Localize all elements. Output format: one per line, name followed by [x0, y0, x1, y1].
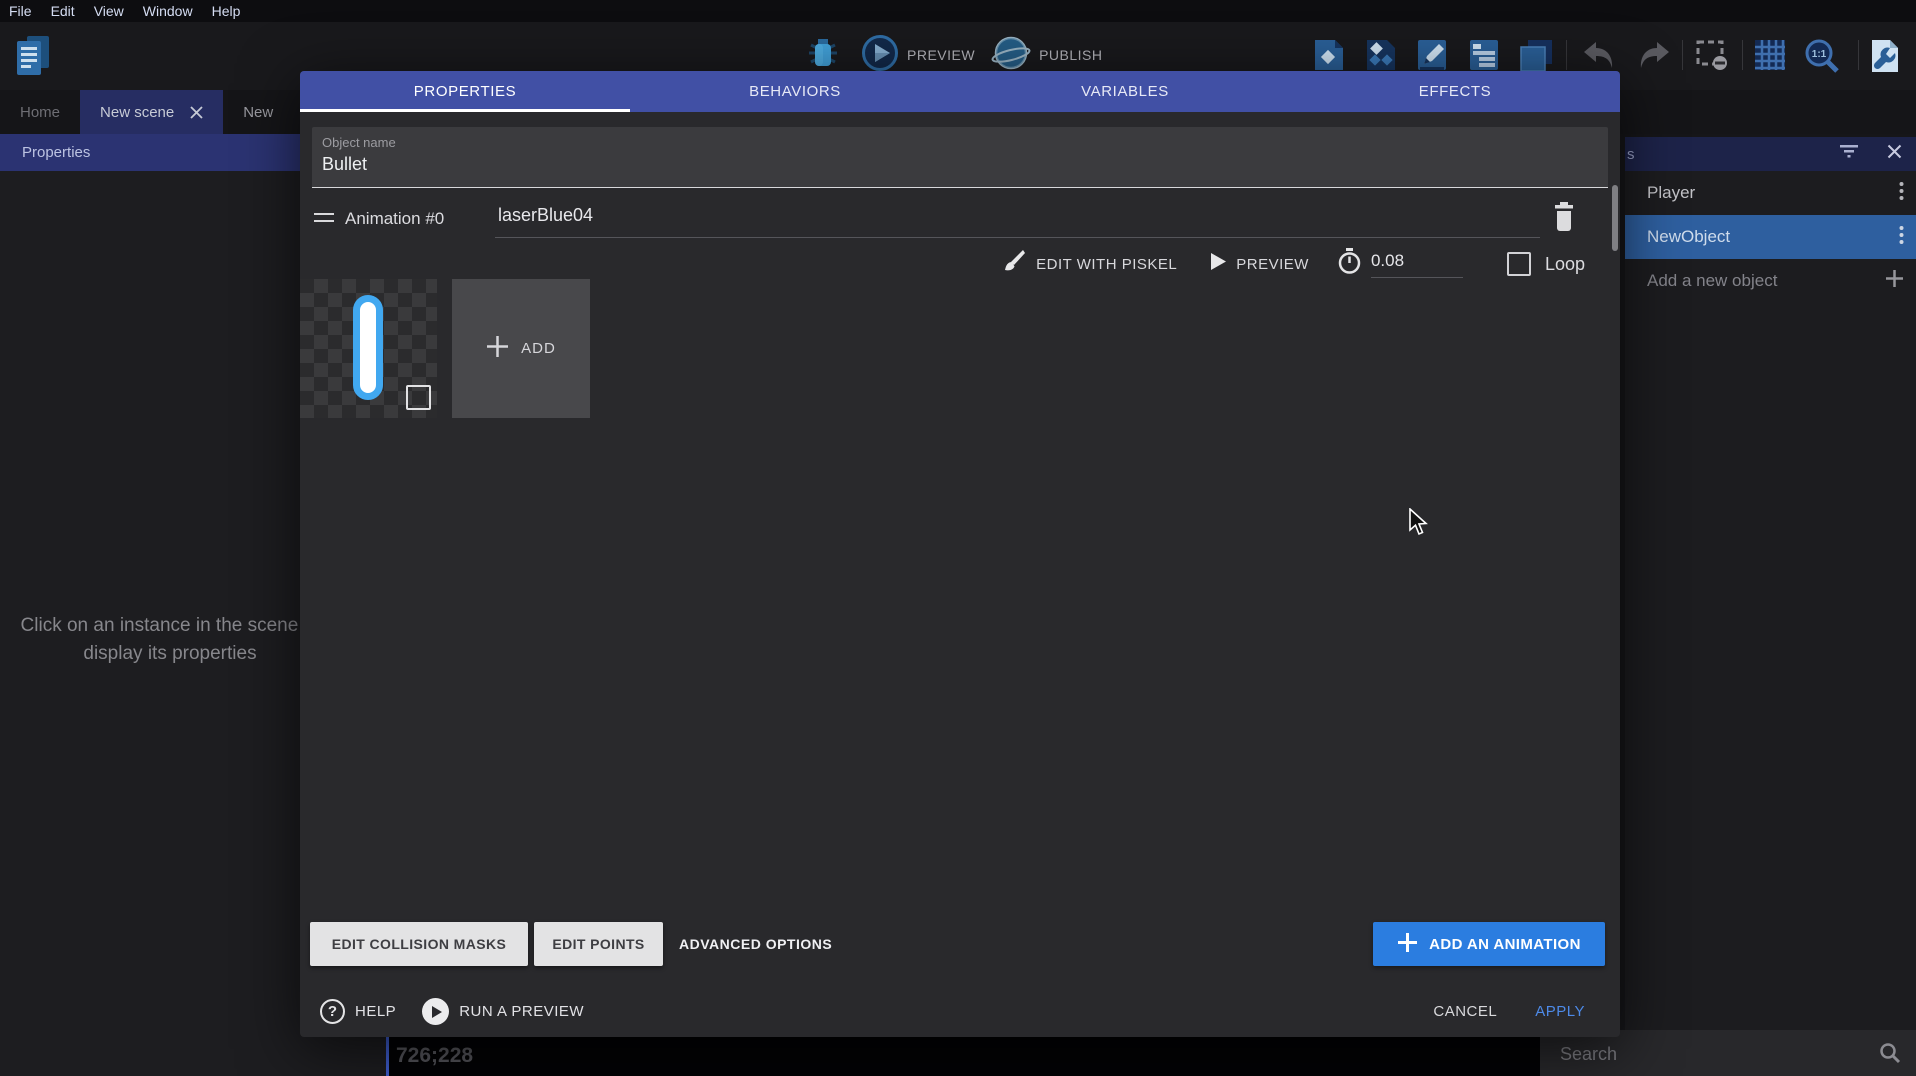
object-row-player[interactable]: Player — [1625, 171, 1916, 215]
loop-checkbox[interactable] — [1507, 252, 1531, 276]
toolbar-divider — [1682, 40, 1683, 70]
menu-bar: File Edit View Window Help — [0, 0, 1916, 22]
kebab-menu-icon[interactable] — [1899, 225, 1904, 250]
objects-icon[interactable] — [1310, 38, 1346, 72]
add-an-animation-button[interactable]: ADD AN ANIMATION — [1373, 922, 1605, 966]
animation-frames-strip: ADD — [300, 279, 1620, 419]
dialog-tab-properties[interactable]: PROPERTIES — [300, 71, 630, 112]
redo-icon[interactable] — [1633, 38, 1669, 72]
run-a-preview-button[interactable]: RUN A PREVIEW — [459, 1003, 584, 1020]
animation-header-row: Animation #0 laserBlue04 — [312, 200, 1608, 240]
dialog-tab-behaviors[interactable]: BEHAVIORS — [630, 71, 960, 112]
laser-bullet-sprite — [353, 295, 383, 400]
menu-help[interactable]: Help — [212, 3, 241, 19]
object-row-newobject[interactable]: NewObject — [1625, 215, 1916, 259]
menu-view[interactable]: View — [94, 3, 124, 19]
gdevelop-window: File Edit View Window Help — [0, 0, 1916, 1076]
loop-label: Loop — [1545, 254, 1585, 275]
objects-panel-title-clipped: s — [1627, 146, 1635, 163]
edit-with-piskel-button[interactable]: EDIT WITH PISKEL — [1036, 256, 1177, 273]
object-name-label: Object name — [322, 135, 396, 150]
object-name-field[interactable]: Object name Bullet — [312, 127, 1608, 188]
cancel-button[interactable]: CANCEL — [1433, 1003, 1497, 1020]
preview-animation-button[interactable]: PREVIEW — [1236, 256, 1309, 273]
tools-icon[interactable] — [1866, 38, 1902, 72]
cursor-coordinates: 726;228 — [396, 1044, 473, 1068]
toolbar-divider — [1566, 40, 1567, 70]
dialog-tab-variables[interactable]: VARIABLES — [960, 71, 1290, 112]
animation-controls-row: EDIT WITH PISKEL PREVIEW 0.08 Loop — [1000, 247, 1585, 281]
kebab-menu-icon[interactable] — [1899, 181, 1904, 206]
add-frame-label: ADD — [521, 340, 556, 357]
menu-window[interactable]: Window — [143, 3, 193, 19]
edit-points-button[interactable]: EDIT POINTS — [534, 922, 663, 966]
scene-status-strip: 726;228 — [386, 1037, 1540, 1076]
dialog-tab-effects[interactable]: EFFECTS — [1290, 71, 1620, 112]
help-icon[interactable] — [320, 999, 345, 1024]
debug-icon[interactable] — [805, 35, 841, 76]
search-icon — [1879, 1042, 1902, 1070]
menu-file[interactable]: File — [9, 3, 32, 19]
menu-edit[interactable]: Edit — [51, 3, 75, 19]
layers-icon[interactable] — [1518, 38, 1554, 72]
apply-button[interactable]: APPLY — [1535, 1003, 1585, 1020]
add-new-object-row[interactable]: Add a new object — [1625, 259, 1916, 303]
svg-text:1:1: 1:1 — [1812, 49, 1827, 60]
delete-animation-icon[interactable] — [1551, 202, 1577, 232]
plus-icon — [486, 335, 509, 363]
dialog-scrollbar[interactable] — [1612, 185, 1618, 251]
close-panel-icon[interactable] — [1887, 144, 1902, 164]
preview-label[interactable]: PREVIEW — [907, 47, 975, 63]
toolbar-center-group: PREVIEW PUBLISH — [805, 36, 1103, 74]
object-editor-dialog: PROPERTIES BEHAVIORS VARIABLES EFFECTS O… — [300, 71, 1620, 1037]
animation-name-underline — [495, 237, 1540, 238]
events-sheet-icon[interactable] — [1466, 38, 1502, 72]
properties-empty-message: Click on an instance in the scene to dis… — [0, 612, 340, 668]
undo-icon[interactable] — [1580, 38, 1616, 72]
drag-handle-icon[interactable] — [314, 213, 334, 222]
help-button[interactable]: HELP — [355, 1003, 396, 1020]
animation-name-input[interactable]: laserBlue04 — [498, 205, 593, 226]
run-preview-icon[interactable] — [422, 998, 449, 1025]
brush-icon — [1000, 248, 1027, 280]
grid-icon[interactable] — [1752, 38, 1788, 72]
toolbar-divider — [1858, 40, 1859, 70]
object-name-value[interactable]: Bullet — [322, 154, 367, 175]
frame-checkbox[interactable] — [406, 385, 431, 410]
plus-icon — [1397, 932, 1418, 957]
stopwatch-icon — [1337, 248, 1362, 280]
tab-home[interactable]: Home — [0, 90, 80, 134]
edit-collision-masks-button[interactable]: EDIT COLLISION MASKS — [310, 922, 528, 966]
play-icon — [1211, 253, 1226, 275]
project-manager-icon[interactable] — [15, 34, 51, 80]
advanced-options-button[interactable]: ADVANCED OPTIONS — [667, 922, 844, 966]
edit-scene-icon[interactable] — [1414, 38, 1450, 72]
objects-panel-header: s — [1625, 137, 1916, 171]
objects-panel: s Player NewObject — [1625, 137, 1916, 1030]
instances-icon[interactable] — [1362, 38, 1398, 72]
plus-icon[interactable] — [1885, 269, 1904, 293]
close-tab-icon[interactable] — [190, 106, 203, 119]
tab-next-partial[interactable]: New — [223, 90, 293, 134]
frame-thumbnail[interactable] — [300, 279, 437, 418]
toolbar-divider — [1742, 40, 1743, 70]
zoom-1-1-icon[interactable]: 1:1 — [1802, 38, 1838, 72]
filter-icon[interactable] — [1839, 144, 1859, 164]
time-between-frames-input[interactable]: 0.08 — [1371, 251, 1463, 278]
dialog-tab-bar: PROPERTIES BEHAVIORS VARIABLES EFFECTS — [300, 71, 1620, 112]
animation-title: Animation #0 — [345, 209, 444, 229]
add-frame-button[interactable]: ADD — [452, 279, 590, 418]
publish-label[interactable]: PUBLISH — [1039, 47, 1102, 63]
dialog-footer: HELP RUN A PREVIEW CANCEL APPLY — [300, 986, 1620, 1037]
tab-new-scene[interactable]: New scene — [80, 90, 223, 134]
mask-icon[interactable] — [1694, 38, 1730, 72]
